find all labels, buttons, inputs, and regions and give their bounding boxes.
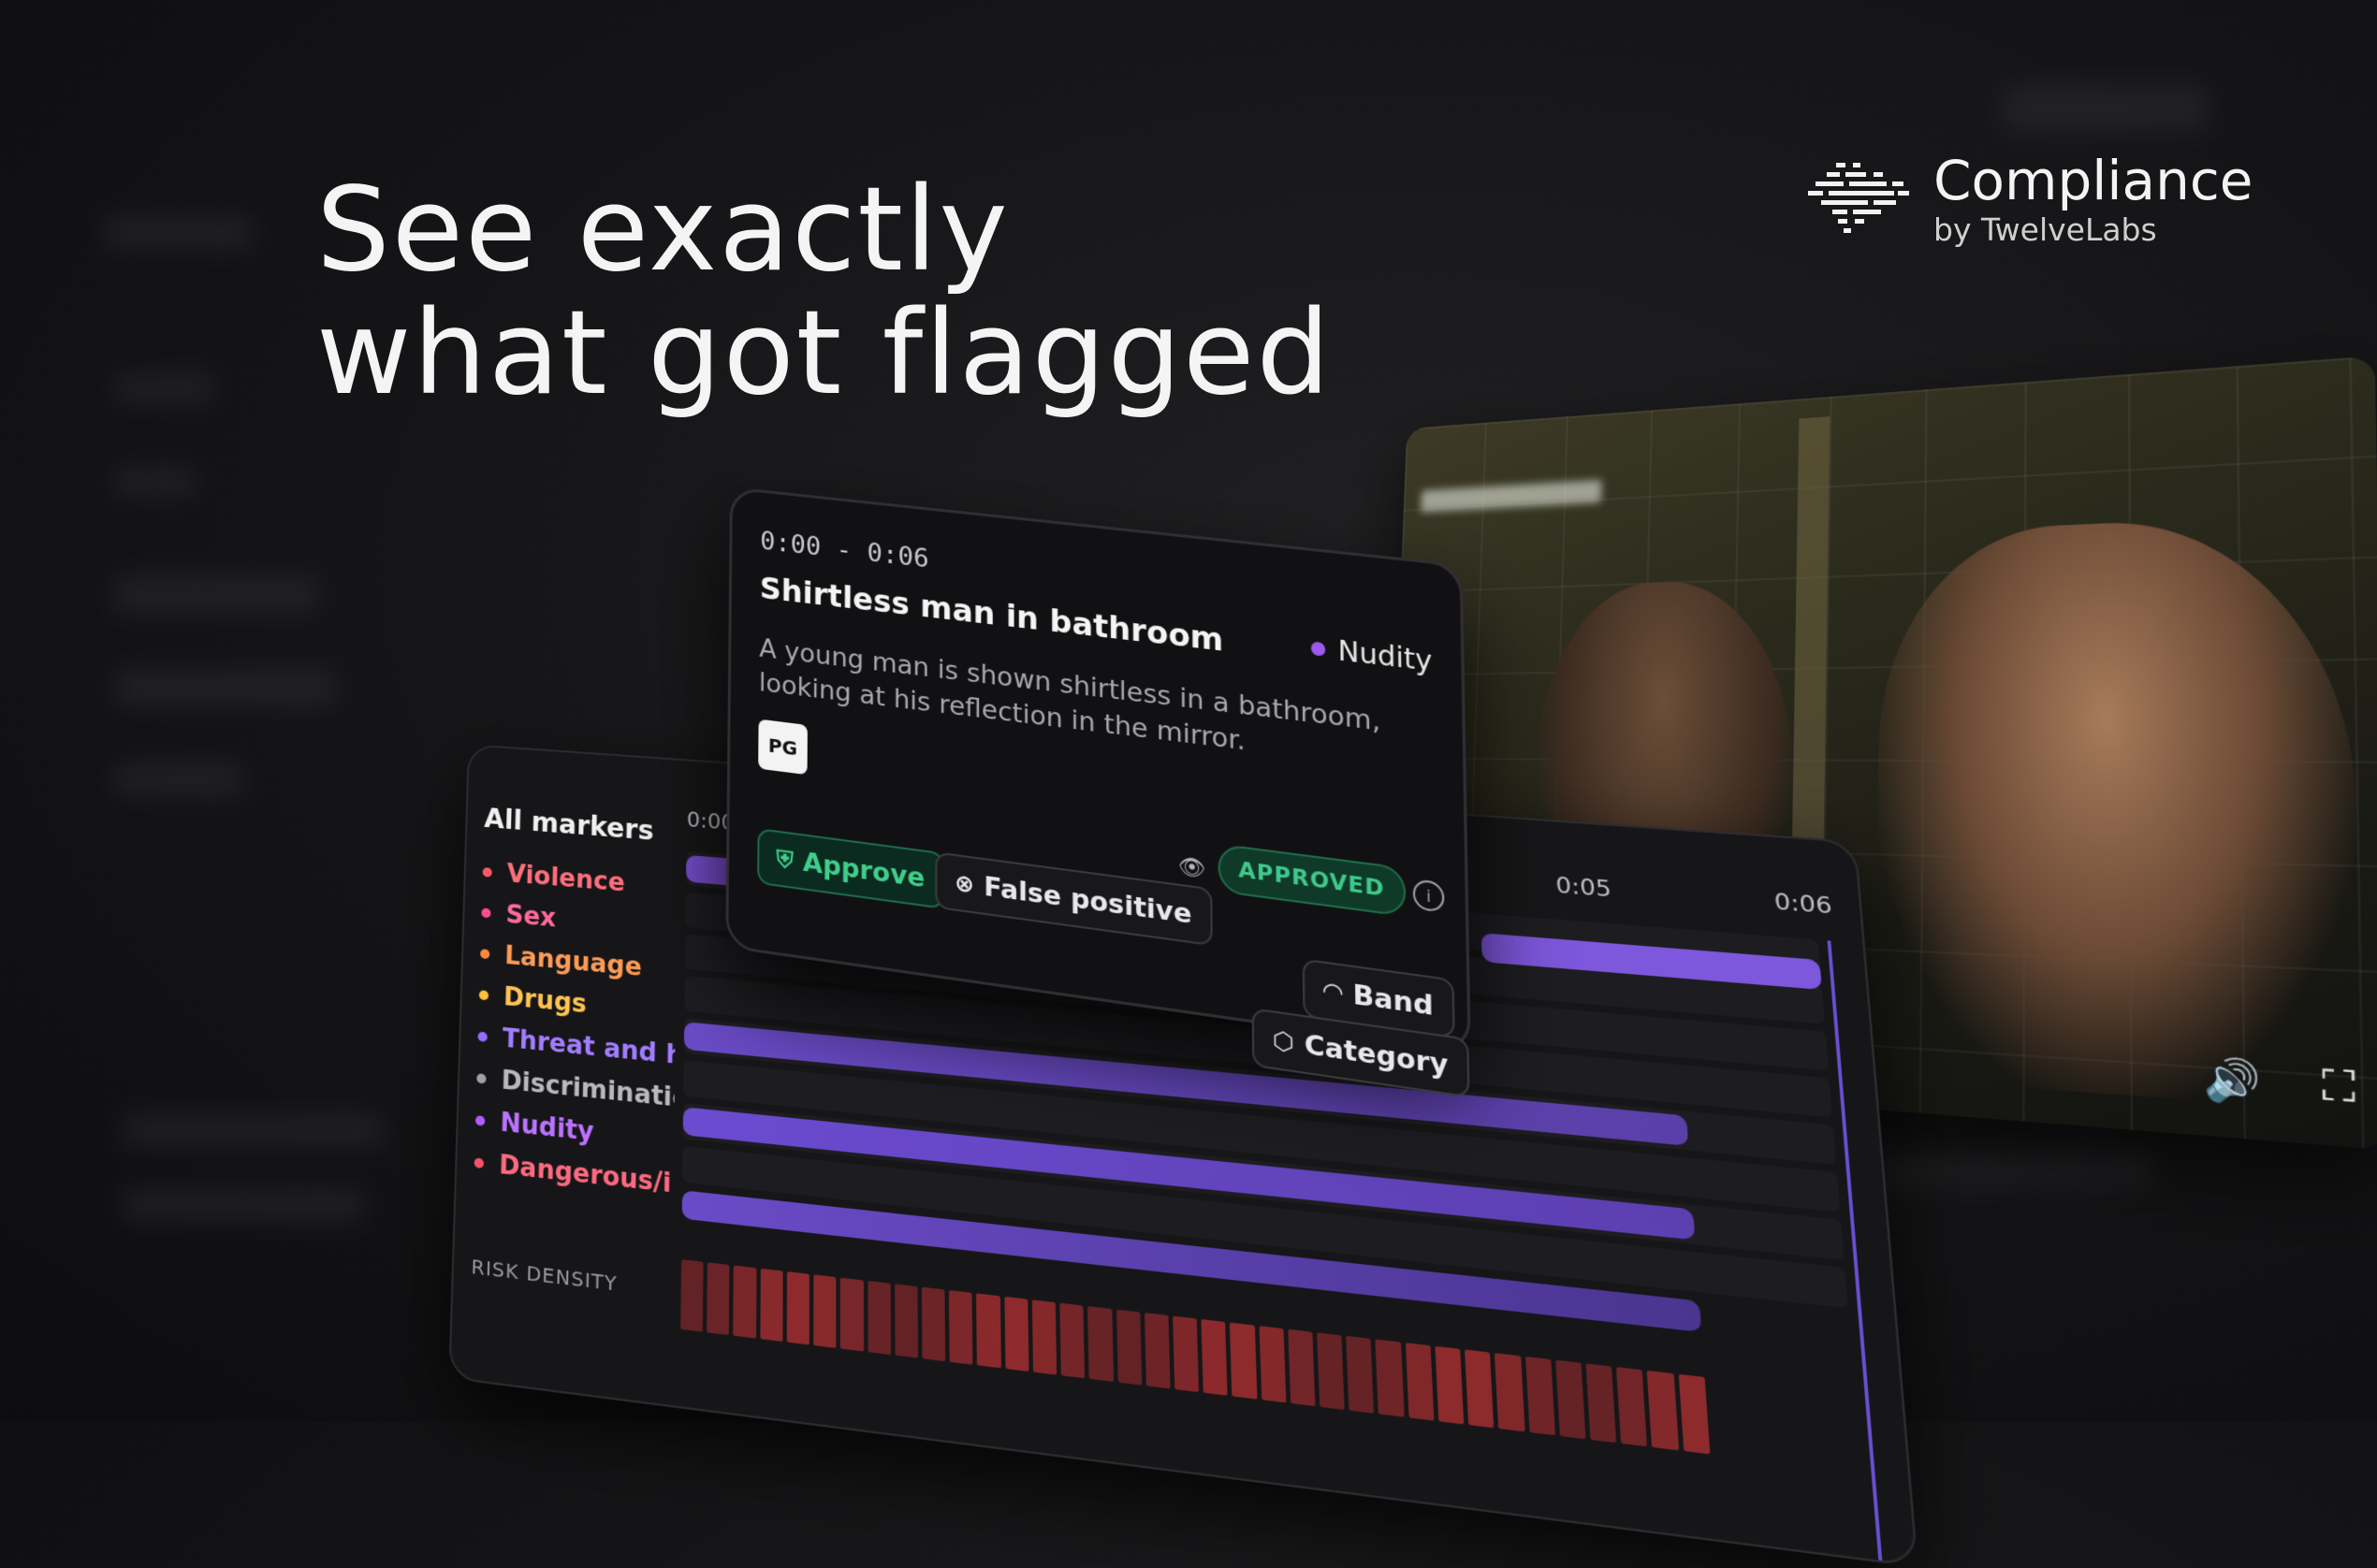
risk-cell <box>1678 1374 1710 1455</box>
marker-label: Violence <box>506 859 625 897</box>
risk-cell <box>1259 1326 1286 1402</box>
risk-cell <box>1004 1297 1028 1372</box>
risk-cell <box>680 1259 704 1332</box>
risk-density-label: RISK DENSITY <box>471 1255 618 1296</box>
headline: See exactly what got flagged <box>316 168 1332 415</box>
risk-cell <box>1647 1371 1679 1450</box>
risk-cell <box>760 1269 782 1342</box>
risk-cell <box>1465 1349 1494 1428</box>
brand-subtitle: by TwelveLabs <box>1933 211 2253 249</box>
risk-cell <box>1202 1319 1228 1396</box>
marker-label: Nudity <box>500 1108 594 1147</box>
marker-label: Language <box>504 941 642 982</box>
risk-cell <box>1346 1336 1374 1414</box>
marker-dot <box>480 949 489 959</box>
risk-cell <box>707 1262 730 1335</box>
risk-cell <box>976 1293 1000 1368</box>
risk-cell <box>1145 1313 1171 1388</box>
eye-icon[interactable]: 👁 <box>1178 854 1206 882</box>
band-label: Band <box>1352 979 1434 1022</box>
headline-line-2: what got flagged <box>316 292 1332 415</box>
marker-dot <box>483 866 492 877</box>
risk-cell <box>1032 1299 1057 1374</box>
marker-dot <box>476 1073 486 1083</box>
risk-cell <box>1435 1346 1464 1425</box>
marker-list: Violence Sex Language Drugs Threat and h… <box>474 851 678 1206</box>
tick-5s: 0:05 <box>1555 873 1612 903</box>
risk-cell <box>1616 1367 1647 1446</box>
risk-cell <box>1555 1360 1585 1440</box>
category-badge: Nudity <box>1311 632 1433 678</box>
false-positive-label: False positive <box>984 871 1191 930</box>
risk-cell <box>1376 1340 1404 1417</box>
tag-icon: ⬡ <box>1273 1025 1294 1057</box>
risk-cell <box>868 1281 891 1355</box>
risk-cell <box>734 1266 757 1339</box>
marker-label: Drugs <box>503 982 587 1019</box>
approve-label: Approve <box>803 847 926 893</box>
rating-badge: PG <box>758 719 808 776</box>
all-markers-header[interactable]: All markers <box>484 803 654 847</box>
category-dot <box>1311 641 1325 656</box>
headline-line-1: See exactly <box>316 168 1332 292</box>
risk-cell <box>1406 1343 1435 1420</box>
marker-dot <box>474 1157 485 1169</box>
risk-cell <box>949 1290 973 1365</box>
segment-time-range: 0:00 - 0:06 <box>760 527 929 574</box>
volume-icon[interactable]: 🔊 <box>2204 1054 2262 1107</box>
marker-dot <box>479 990 489 1000</box>
risk-cell <box>1495 1353 1524 1431</box>
false-positive-button[interactable]: ⊗ False positive <box>935 851 1212 946</box>
risk-cell <box>1116 1310 1142 1386</box>
x-circle-icon: ⊗ <box>955 869 974 899</box>
risk-cell <box>813 1274 836 1348</box>
risk-cell <box>1230 1323 1257 1400</box>
brand-title: Compliance <box>1933 150 2253 211</box>
info-icon[interactable]: i <box>1413 878 1445 913</box>
fullscreen-icon[interactable]: ⛶ <box>2322 1062 2356 1114</box>
status-badge: APPROVED <box>1218 843 1406 917</box>
marker-dot <box>475 1115 485 1126</box>
brand-lockup: Compliance by TwelveLabs <box>1808 150 2253 249</box>
risk-cell <box>895 1284 918 1357</box>
gauge-icon: ◠ <box>1323 977 1343 1008</box>
risk-cell <box>922 1287 945 1362</box>
marker-label: Sex <box>505 900 556 933</box>
risk-cell <box>1317 1332 1345 1410</box>
risk-cell <box>1059 1303 1085 1379</box>
category-button-label: Category <box>1305 1029 1449 1082</box>
risk-cell <box>787 1271 809 1344</box>
risk-cell <box>1173 1316 1199 1393</box>
risk-cell <box>1087 1306 1113 1382</box>
category-label: Nudity <box>1337 634 1432 677</box>
risk-cell <box>840 1278 864 1352</box>
risk-cell <box>1525 1357 1555 1435</box>
approve-button[interactable]: ⛨ Approve <box>757 828 944 909</box>
tick-6s: 0:06 <box>1773 889 1833 920</box>
marker-dot <box>478 1031 488 1041</box>
risk-cell <box>1586 1363 1617 1443</box>
marker-dot <box>481 907 490 918</box>
risk-cell <box>1288 1329 1315 1406</box>
shield-check-icon: ⛨ <box>776 845 793 874</box>
twelvelabs-logo-icon <box>1808 157 1911 241</box>
